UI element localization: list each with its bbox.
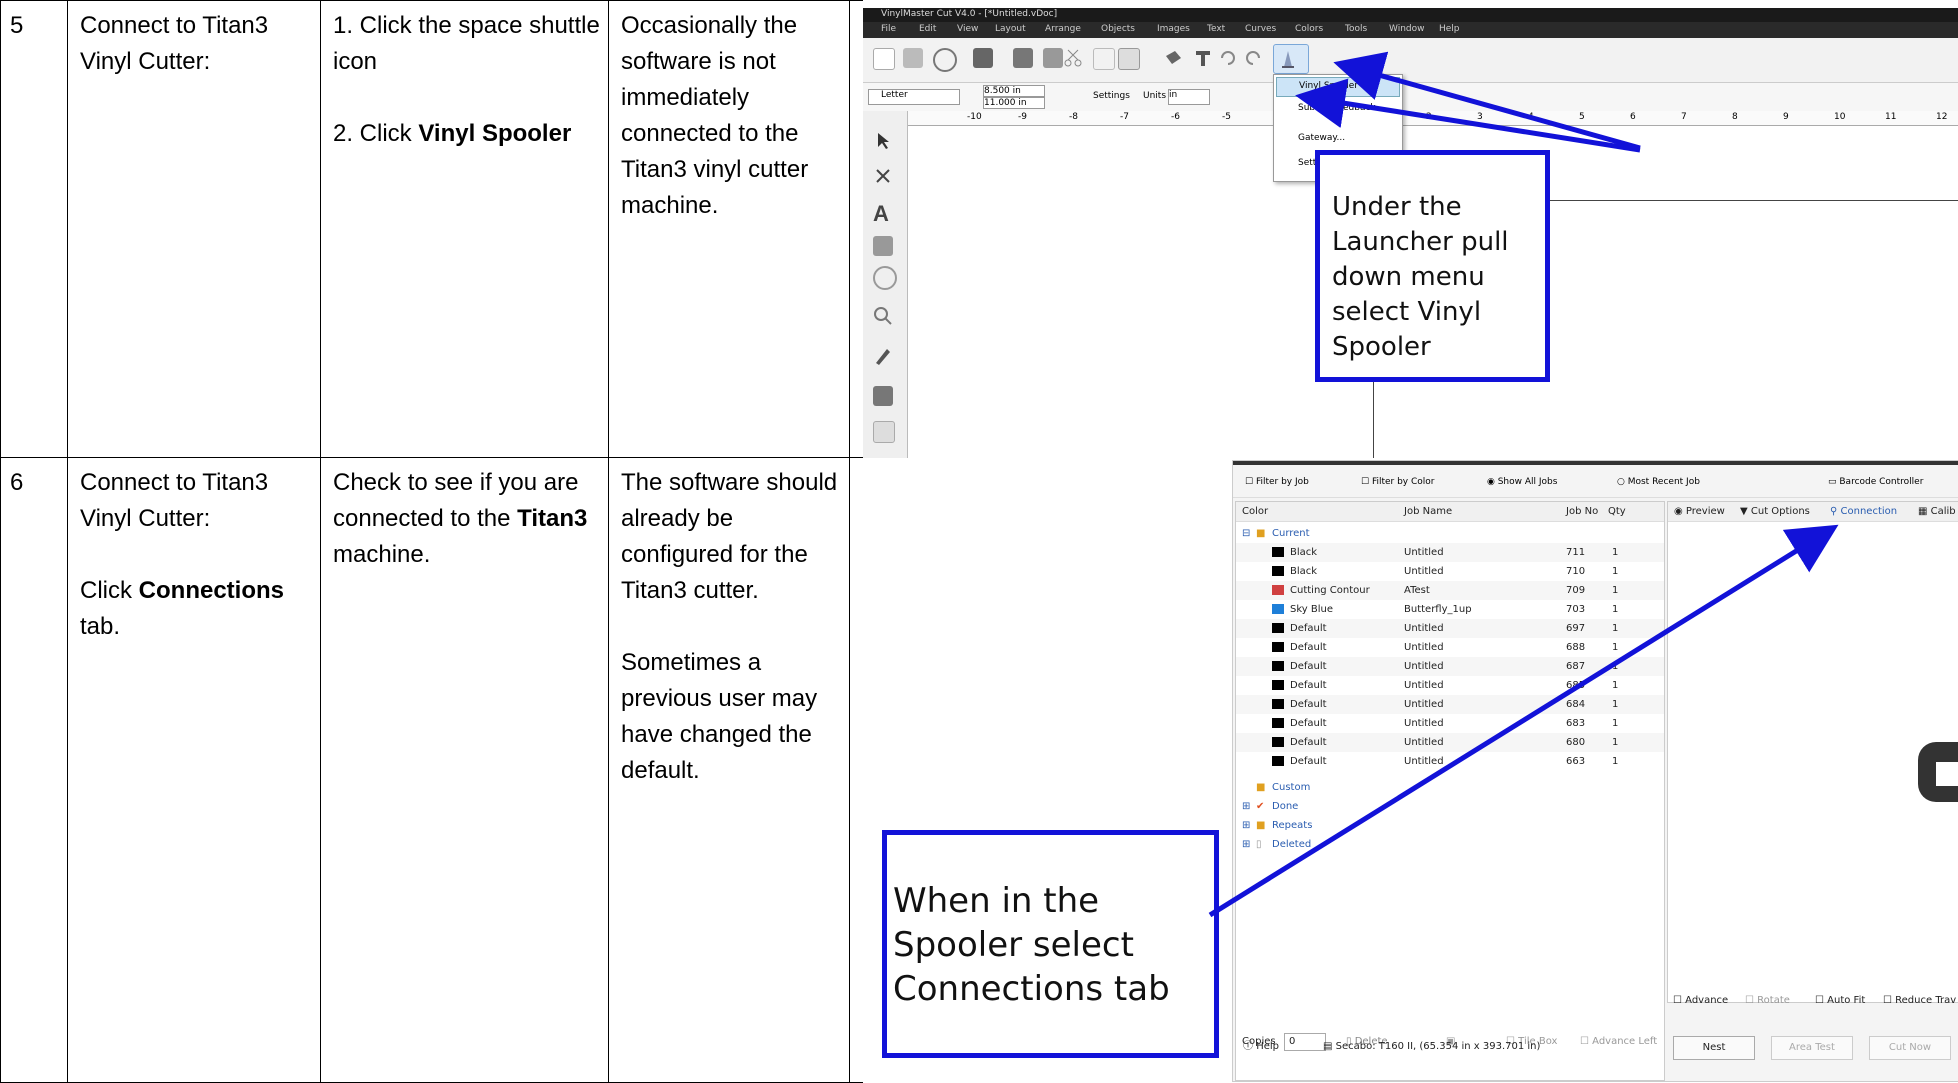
- arrow-to-launcher-icon: [1333, 51, 1641, 151]
- arrow-to-vinyl-spooler: [1295, 78, 1641, 153]
- arrow-to-connection-tab: [1208, 524, 1839, 918]
- arrows-overlay: [1208, 51, 1839, 918]
- document-page: 5 Connect to Titan3 Vinyl Cutter: 1. Cli…: [0, 0, 1958, 1083]
